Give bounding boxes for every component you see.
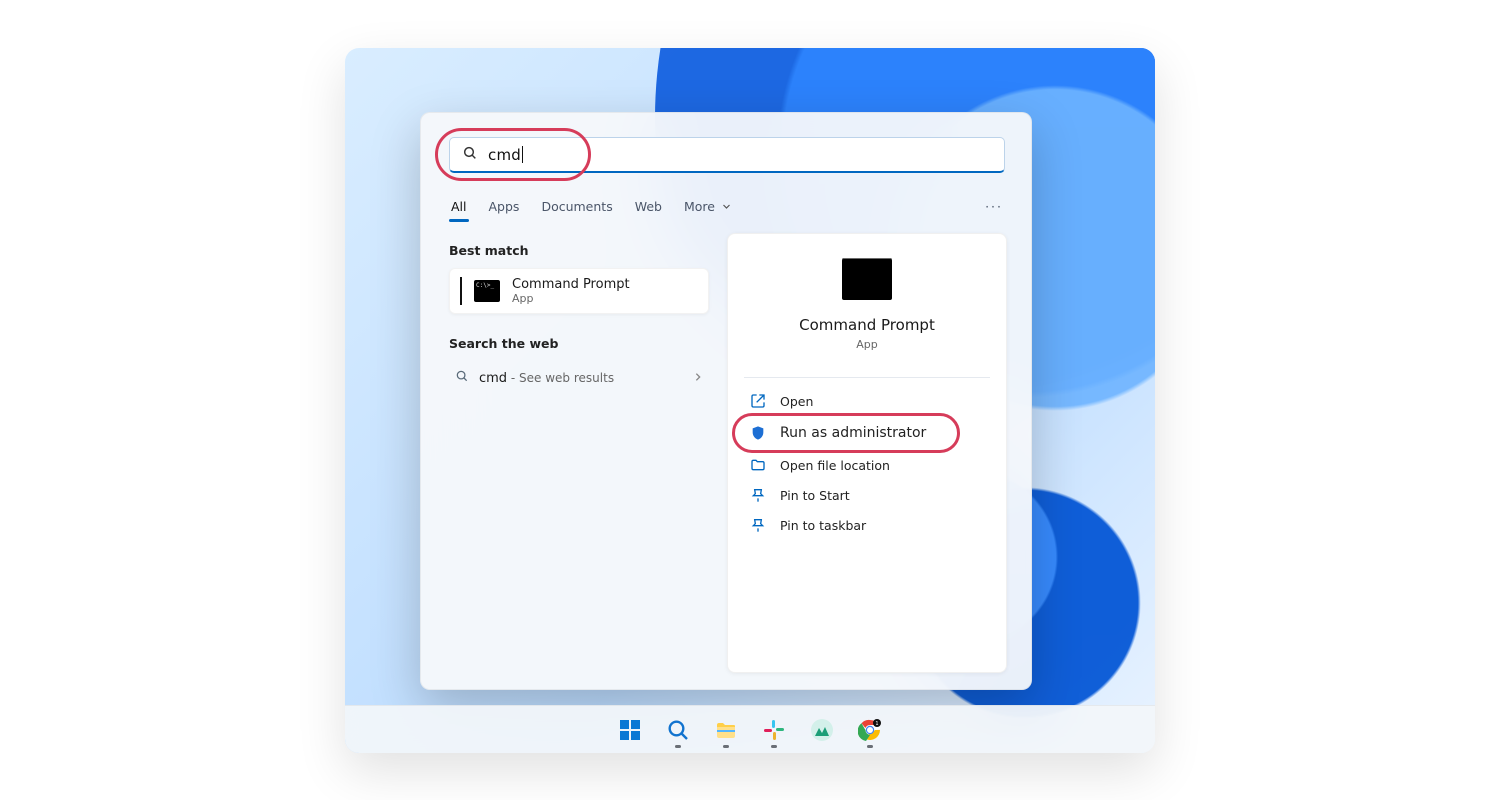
start-search-panel: cmd All Apps Documents Web More ··· Best… xyxy=(420,112,1032,690)
chrome-icon: 1 xyxy=(858,718,882,742)
divider xyxy=(744,377,990,378)
desktop: cmd All Apps Documents Web More ··· Best… xyxy=(345,48,1155,753)
search-value: cmd xyxy=(488,146,521,164)
text-caret xyxy=(522,146,523,163)
chevron-down-icon xyxy=(722,202,731,211)
pin-icon xyxy=(750,517,766,533)
best-match-result[interactable]: Command Prompt App xyxy=(449,268,709,314)
selection-indicator xyxy=(460,277,462,305)
search-filter-bar: All Apps Documents Web More ··· xyxy=(449,193,1003,219)
taskbar: 1 xyxy=(345,705,1155,753)
slack-icon xyxy=(762,718,786,742)
action-pin-to-taskbar[interactable]: Pin to taskbar xyxy=(728,510,1006,540)
preview-title: Command Prompt xyxy=(799,316,935,334)
action-admin-label: Run as administrator xyxy=(780,425,926,441)
taskbar-nordvpn[interactable] xyxy=(802,710,842,750)
filter-tab-all[interactable]: All xyxy=(449,199,469,214)
web-search-heading: Search the web xyxy=(449,336,709,351)
pin-icon xyxy=(750,487,766,503)
best-match-title: Command Prompt xyxy=(512,277,630,292)
web-result[interactable]: cmd - See web results xyxy=(449,361,709,395)
action-file-location-label: Open file location xyxy=(780,458,890,473)
search-input[interactable]: cmd xyxy=(449,137,1005,173)
folder-icon xyxy=(750,457,766,473)
preview-header: Command Prompt App xyxy=(728,234,1006,369)
result-preview-pane: Command Prompt App Open Run as administr… xyxy=(727,233,1007,673)
taskbar-file-explorer[interactable] xyxy=(706,710,746,750)
open-icon xyxy=(750,393,766,409)
best-match-heading: Best match xyxy=(449,243,709,258)
filter-tab-more[interactable]: More xyxy=(682,199,733,214)
action-pin-taskbar-label: Pin to taskbar xyxy=(780,518,866,533)
search-icon xyxy=(666,718,690,742)
action-open-file-location[interactable]: Open file location xyxy=(728,450,1006,480)
action-run-as-administrator[interactable]: Run as administrator xyxy=(728,416,1006,450)
overflow-menu-button[interactable]: ··· xyxy=(985,199,1003,214)
filter-tab-web[interactable]: Web xyxy=(633,199,664,214)
best-match-subtitle: App xyxy=(512,292,630,305)
command-prompt-icon xyxy=(474,280,500,302)
start-button[interactable] xyxy=(610,710,650,750)
folder-icon xyxy=(714,718,738,742)
search-icon xyxy=(462,145,478,165)
web-result-query: cmd xyxy=(479,371,507,386)
action-open-label: Open xyxy=(780,394,813,409)
taskbar-chrome[interactable]: 1 xyxy=(850,710,890,750)
svg-text:1: 1 xyxy=(875,721,878,727)
chevron-right-icon xyxy=(693,371,703,386)
search-icon xyxy=(455,369,469,387)
action-pin-to-start[interactable]: Pin to Start xyxy=(728,480,1006,510)
filter-tab-more-label: More xyxy=(684,199,715,214)
shield-icon xyxy=(750,425,766,441)
windows-icon xyxy=(618,718,642,742)
filter-tab-documents[interactable]: Documents xyxy=(539,199,614,214)
filter-tab-apps[interactable]: Apps xyxy=(487,199,522,214)
preview-subtitle: App xyxy=(856,338,878,351)
command-prompt-icon xyxy=(842,258,892,300)
action-pin-start-label: Pin to Start xyxy=(780,488,850,503)
nord-icon xyxy=(810,718,834,742)
taskbar-search-button[interactable] xyxy=(658,710,698,750)
taskbar-slack[interactable] xyxy=(754,710,794,750)
web-result-suffix: - See web results xyxy=(507,371,614,385)
action-open[interactable]: Open xyxy=(728,386,1006,416)
results-left-column: Best match Command Prompt App Search the… xyxy=(449,243,709,395)
